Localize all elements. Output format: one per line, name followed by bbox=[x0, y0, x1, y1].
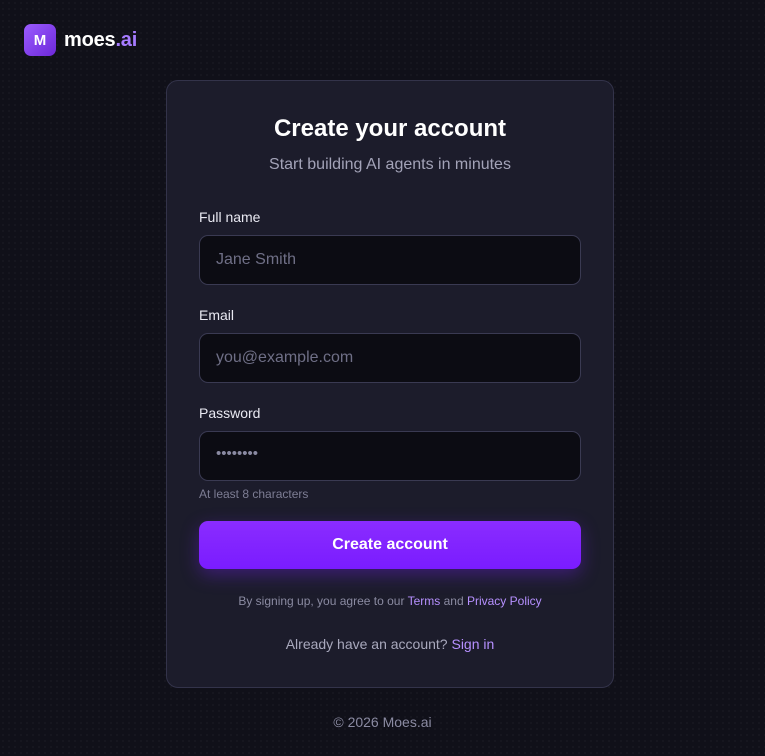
brand-logo-icon: M bbox=[24, 24, 56, 56]
signin-prompt-text: Already have an account? bbox=[285, 636, 448, 652]
signup-card: Create your account Start building AI ag… bbox=[166, 80, 614, 688]
brand-name-text: moes bbox=[64, 28, 116, 51]
password-hint: At least 8 characters bbox=[199, 487, 309, 501]
password-label: Password bbox=[199, 405, 261, 421]
full-name-label: Full name bbox=[199, 209, 261, 225]
full-name-input[interactable] bbox=[199, 235, 581, 285]
brand-name: moes.ai bbox=[64, 29, 137, 52]
privacy-policy-link[interactable]: Privacy Policy bbox=[467, 594, 542, 608]
sign-in-link[interactable]: Sign in bbox=[451, 636, 494, 652]
signin-prompt: Already have an account? Sign in bbox=[199, 636, 581, 652]
terms-link[interactable]: Terms bbox=[408, 594, 441, 608]
password-input-wrap: •••••••• bbox=[199, 431, 581, 481]
page-subtitle: Start building AI agents in minutes bbox=[269, 156, 511, 173]
terms-notice: By signing up, you agree to our Terms an… bbox=[199, 594, 581, 608]
full-name-field-group: Full name bbox=[199, 209, 581, 285]
email-input[interactable] bbox=[199, 333, 581, 383]
terms-prefix: By signing up, you agree to our bbox=[238, 594, 405, 608]
page-title: Create your account bbox=[273, 115, 507, 142]
terms-and: and bbox=[443, 594, 464, 608]
password-input[interactable] bbox=[199, 431, 581, 481]
footer-copyright: © 2026 Moes.ai bbox=[333, 714, 432, 730]
email-label: Email bbox=[199, 307, 235, 323]
password-field-group: Password •••••••• At least 8 characters bbox=[199, 405, 581, 501]
email-field-group: Email bbox=[199, 307, 581, 383]
create-account-button[interactable]: Create account bbox=[199, 521, 581, 569]
brand[interactable]: M moes.ai bbox=[24, 24, 137, 56]
brand-name-suffix: .ai bbox=[115, 28, 138, 51]
